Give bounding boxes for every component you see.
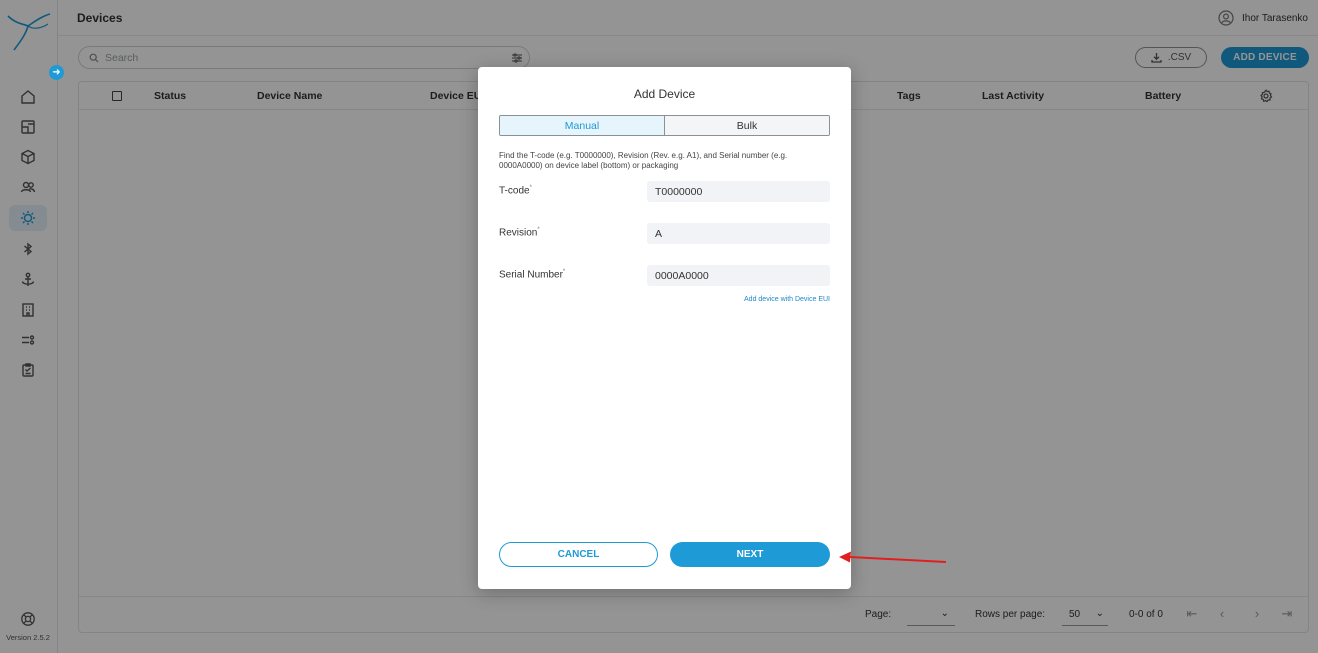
add-device-dialog: Add Device Manual Bulk Find the T-code (… xyxy=(478,67,851,589)
serial-number-label-text: Serial Number xyxy=(499,269,563,281)
revision-label-text: Revision xyxy=(499,227,538,239)
mode-tabs: Manual Bulk xyxy=(499,115,830,136)
dialog-title: Add Device xyxy=(633,87,696,101)
next-button[interactable]: NEXT xyxy=(670,542,830,567)
help-text: Find the T-code (e.g. T0000000), Revisio… xyxy=(499,151,788,170)
revision-input[interactable] xyxy=(647,223,830,244)
tcode-label-text: T-code xyxy=(499,185,530,197)
arrow-right-icon[interactable]: ➜ xyxy=(49,65,64,80)
serial-number-label: Serial Number* xyxy=(499,269,565,280)
annotation-arrow-icon xyxy=(839,551,947,563)
tab-manual[interactable]: Manual xyxy=(500,116,665,135)
required-mark: * xyxy=(529,185,532,191)
required-mark: * xyxy=(537,227,540,233)
required-mark: * xyxy=(562,269,566,275)
add-with-eui-link[interactable]: Add device with Device EUI xyxy=(744,296,830,303)
tcode-label: T-code* xyxy=(499,185,532,196)
revision-label: Revision* xyxy=(499,227,540,238)
tab-bulk[interactable]: Bulk xyxy=(665,116,829,135)
serial-number-input[interactable] xyxy=(647,265,830,286)
tcode-input[interactable] xyxy=(647,181,830,202)
cancel-button[interactable]: CANCEL xyxy=(499,542,658,567)
